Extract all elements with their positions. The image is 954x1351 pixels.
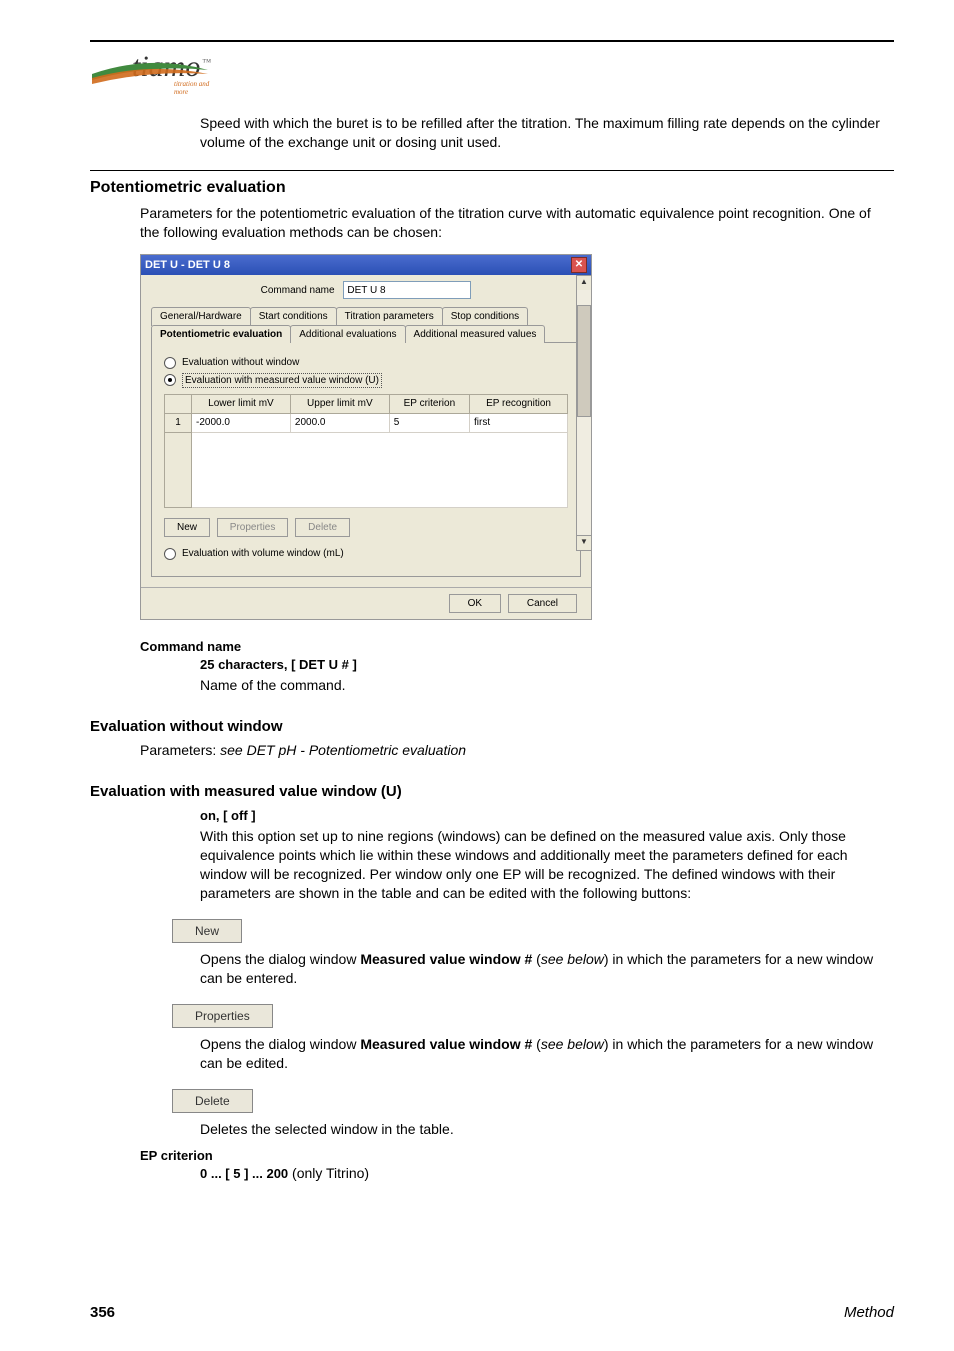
page-number: 356 [90, 1304, 115, 1321]
radio-label: Evaluation without window [182, 356, 299, 370]
tab-titration-parameters[interactable]: Titration parameters [336, 307, 443, 326]
command-name-param-label: Command name [140, 638, 894, 656]
radio-label: Evaluation with volume window (mL) [182, 547, 344, 561]
tab-stop-conditions[interactable]: Stop conditions [442, 307, 528, 326]
radio-icon [164, 548, 176, 560]
brand-logo: tiamo™ titration and more [90, 50, 211, 84]
command-name-label: Command name [261, 285, 335, 296]
properties-button-desc: Opens the dialog window Measured value w… [200, 1035, 894, 1073]
new-button-desc: Opens the dialog window Measured value w… [200, 950, 894, 988]
scroll-up-icon[interactable]: ▲ [576, 275, 592, 291]
command-name-desc: Name of the command. [200, 676, 894, 695]
table-row[interactable]: 1 -2000.0 2000.0 5 first [165, 413, 568, 432]
cell-rownum: 1 [165, 413, 192, 432]
tab-additional-measured-values[interactable]: Additional measured values [405, 325, 546, 344]
scrollbar-thumb[interactable] [577, 305, 591, 417]
radio-eval-volume-window[interactable]: Evaluation with volume window (mL) [164, 547, 568, 561]
col-ep-criterion: EP criterion [389, 395, 469, 414]
cell-lower-limit: -2000.0 [192, 413, 291, 432]
col-ep-recognition: EP recognition [470, 395, 568, 414]
delete-button-desc: Deletes the selected window in the table… [200, 1120, 894, 1139]
col-upper-limit: Upper limit mV [290, 395, 389, 414]
dialog-title-text: DET U - DET U 8 [145, 258, 230, 273]
tab-general-hardware[interactable]: General/Hardware [151, 307, 251, 326]
footer-title: Method [844, 1304, 894, 1321]
windows-table: Lower limit mV Upper limit mV EP criteri… [164, 394, 568, 508]
cell-upper-limit: 2000.0 [290, 413, 389, 432]
delete-button[interactable]: Delete [295, 518, 350, 538]
delete-ui-button[interactable]: Delete [172, 1089, 253, 1113]
scroll-down-icon[interactable]: ▼ [576, 535, 592, 551]
ep-criterion-note: (only Titrino) [288, 1165, 369, 1181]
command-name-spec: 25 characters, [ DET U # ] [200, 656, 894, 674]
command-name-input[interactable] [343, 281, 471, 299]
ep-criterion-spec: 0 ... [ 5 ] ... 200 [200, 1166, 288, 1181]
radio-icon [164, 374, 176, 386]
new-button[interactable]: New [164, 518, 210, 538]
ok-button[interactable]: OK [449, 594, 501, 614]
eval-with-window-desc: With this option set up to nine regions … [200, 827, 894, 903]
eval-with-window-spec: on, [ off ] [200, 807, 894, 825]
ep-criterion-label: EP criterion [140, 1147, 894, 1165]
logo-subtitle: titration and more [174, 80, 211, 96]
eval-with-window-heading: Evaluation with measured value window (U… [90, 782, 894, 802]
close-icon[interactable]: ✕ [571, 257, 587, 273]
radio-eval-measured-value-window[interactable]: Evaluation with measured value window (U… [164, 373, 568, 389]
tab-start-conditions[interactable]: Start conditions [250, 307, 337, 326]
tab-additional-evaluations[interactable]: Additional evaluations [290, 325, 405, 344]
eval-without-window-para: Parameters: see DET pH - Potentiometric … [140, 741, 894, 760]
properties-ui-button[interactable]: Properties [172, 1004, 273, 1028]
radio-icon [164, 357, 176, 369]
new-ui-button[interactable]: New [172, 919, 242, 943]
potentiometric-evaluation-heading: Potentiometric evaluation [90, 177, 894, 199]
tab-panel: Evaluation without window Evaluation wit… [151, 342, 581, 577]
radio-label: Evaluation with measured value window (U… [182, 373, 382, 389]
potentiometric-evaluation-intro: Parameters for the potentiometric evalua… [140, 204, 894, 242]
col-rownum [165, 395, 192, 414]
cell-ep-recognition: first [470, 413, 568, 432]
eval-without-window-heading: Evaluation without window [90, 717, 894, 737]
tab-potentiometric-evaluation[interactable]: Potentiometric evaluation [151, 325, 291, 344]
cell-ep-criterion: 5 [389, 413, 469, 432]
radio-eval-without-window[interactable]: Evaluation without window [164, 356, 568, 370]
properties-button[interactable]: Properties [217, 518, 289, 538]
dialog-titlebar: DET U - DET U 8 ✕ [141, 255, 591, 275]
col-lower-limit: Lower limit mV [192, 395, 291, 414]
filling-rate-description: Speed with which the buret is to be refi… [200, 114, 894, 152]
scrollbar-track[interactable] [576, 290, 592, 536]
cancel-button[interactable]: Cancel [508, 594, 577, 614]
det-u-dialog: DET U - DET U 8 ✕ ▲ ▼ Command name Gener… [140, 254, 592, 620]
